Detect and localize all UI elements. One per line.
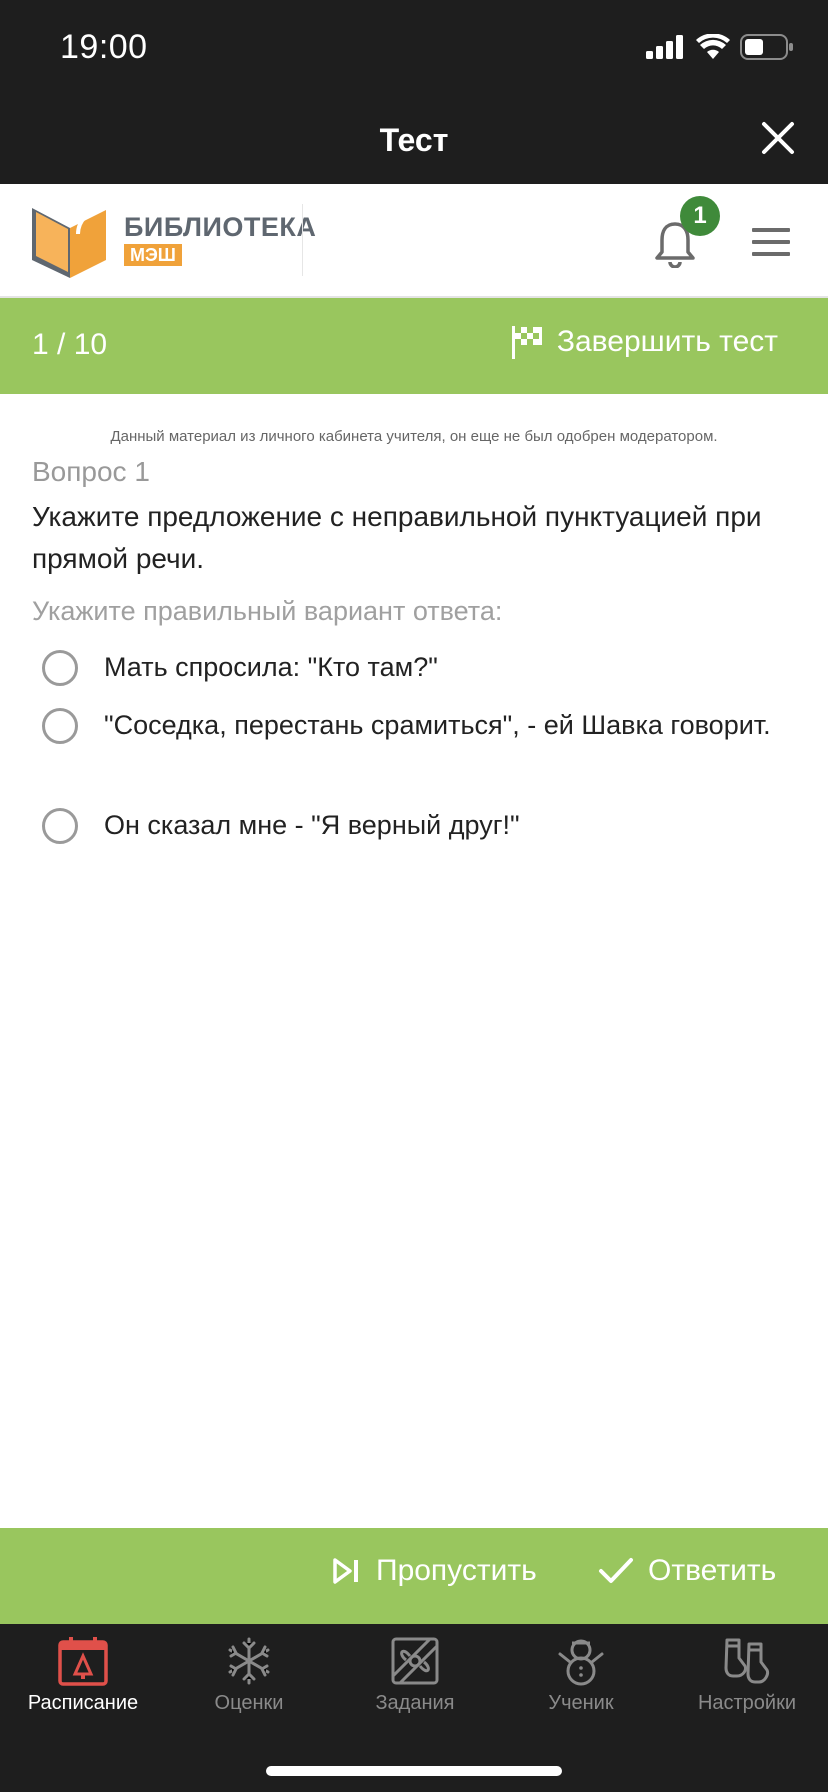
snowman-icon — [558, 1639, 604, 1686]
answer-option[interactable]: Он сказал мне - "Я верный друг!" — [42, 804, 782, 846]
skip-icon — [333, 1558, 358, 1584]
skip-label: Пропустить — [376, 1554, 537, 1587]
tab-label: Оценки — [214, 1692, 284, 1714]
answer-option[interactable]: Мать спросила: "Кто там?" — [42, 646, 782, 688]
tab-label: Задания — [375, 1692, 455, 1714]
tab-tasks[interactable]: Задания — [332, 1636, 498, 1715]
logo-subtitle: МЭШ — [124, 244, 182, 266]
hamburger-menu-icon[interactable] — [752, 228, 790, 258]
close-icon[interactable] — [758, 118, 798, 158]
calendar-icon — [58, 1637, 108, 1686]
tab-label: Ученик — [548, 1692, 614, 1714]
radio-button[interactable] — [42, 808, 78, 844]
status-icons — [646, 34, 794, 60]
notification-badge: 1 — [680, 196, 720, 236]
status-bar: 19:00 — [0, 0, 828, 96]
signal-icon — [646, 35, 683, 59]
question-number: Вопрос 1 — [32, 456, 150, 487]
skip-button[interactable]: Пропустить — [332, 1554, 537, 1588]
answer-button[interactable]: Ответить — [598, 1554, 776, 1588]
mittens-icon — [724, 1638, 769, 1684]
tab-student[interactable]: Ученик — [498, 1636, 664, 1715]
finish-test-label: Завершить тест — [556, 325, 778, 358]
logo-title: БИБЛИОТЕКА — [124, 212, 317, 242]
title-bar: Тест — [0, 96, 828, 184]
tab-label: Расписание — [27, 1692, 139, 1714]
home-indicator[interactable] — [266, 1766, 562, 1776]
tab-label: Настройки — [697, 1692, 797, 1714]
finish-test-button[interactable]: Завершить тест — [511, 324, 778, 360]
radio-button[interactable] — [42, 650, 78, 686]
answer-option-label: "Соседка, перестань срамиться", - ей Шав… — [104, 710, 771, 740]
menu-line — [752, 252, 790, 256]
tab-settings[interactable]: Настройки — [664, 1636, 828, 1715]
wifi-icon — [696, 34, 730, 59]
answer-option-label: Он сказал мне - "Я верный друг!" — [104, 810, 520, 840]
book-logo-icon[interactable] — [30, 198, 110, 280]
logo-divider — [302, 204, 303, 276]
gift-icon — [391, 1637, 439, 1685]
answer-hint: Укажите правильный вариант ответа: — [32, 596, 503, 626]
question-counter: 1 / 10 — [32, 328, 108, 361]
answer-option-label: Мать спросила: "Кто там?" — [104, 652, 438, 682]
battery-icon — [740, 34, 793, 60]
page-title: Тест — [379, 122, 449, 158]
checkered-flag-icon — [511, 326, 542, 359]
answer-option[interactable]: "Соседка, перестань срамиться", - ей Шав… — [42, 704, 782, 746]
action-bar: Пропустить Ответить — [0, 1528, 828, 1624]
menu-line — [752, 240, 790, 244]
moderation-notice: Данный материал из личного кабинета учит… — [110, 428, 718, 445]
menu-line — [752, 228, 790, 232]
tab-grades[interactable]: Оценки — [166, 1636, 332, 1715]
answer-label: Ответить — [648, 1554, 777, 1587]
status-time: 19:00 — [60, 28, 148, 66]
snowflake-icon — [228, 1637, 270, 1685]
progress-bar: 1 / 10 Завершить тест — [0, 298, 828, 394]
tab-schedule[interactable]: Расписание — [0, 1636, 166, 1715]
question-text: Укажите предложение с неправильной пункт… — [32, 501, 762, 574]
radio-button[interactable] — [42, 708, 78, 744]
app-header: БИБЛИОТЕКА МЭШ 1 — [0, 184, 828, 298]
checkmark-icon — [599, 1558, 633, 1583]
